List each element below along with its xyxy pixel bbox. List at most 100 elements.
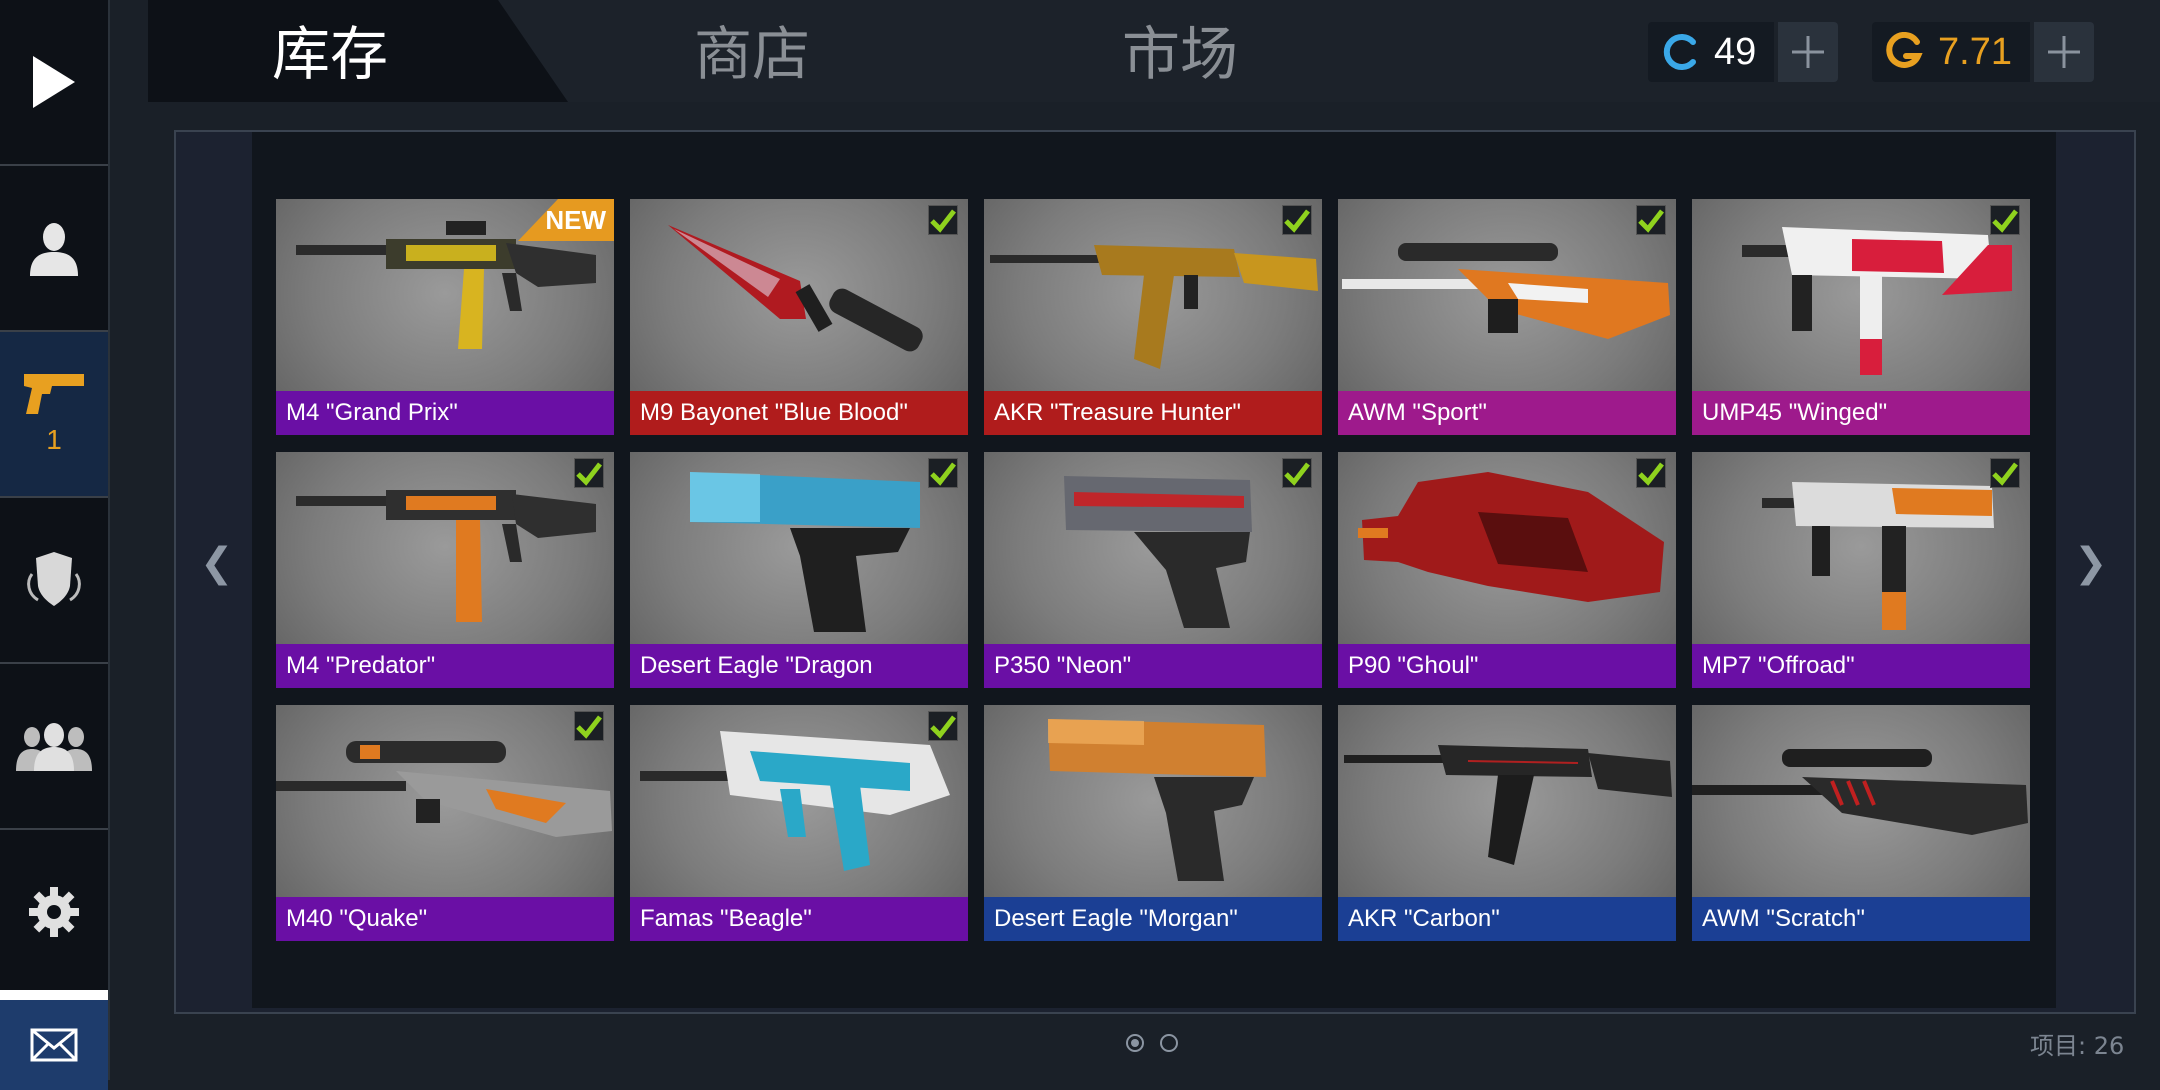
equipped-check [928,711,958,741]
item-card[interactable]: AWM "Sport" [1338,199,1676,435]
item-name: Desert Eagle "Dragon [630,644,968,688]
equipped-check [1636,205,1666,235]
rifle-image [990,245,1318,369]
item-name: AWM "Scratch" [1692,897,2030,941]
smg-image [1762,482,1994,630]
item-name: M40 "Quake" [276,897,614,941]
play-icon [33,56,75,108]
gold-value: 7.71 [1938,30,2012,73]
rifle-image [296,490,596,622]
item-name: P90 "Ghoul" [1338,644,1676,688]
checkmark-icon [930,715,956,739]
item-card[interactable]: MP7 "Offroad" [1692,452,2030,688]
pistol-icon [24,374,84,414]
item-card[interactable]: Famas "Beagle" [630,705,968,941]
plus-icon [2047,36,2080,68]
sidebar: 1 [0,0,110,1090]
rifle-image [640,731,950,871]
checkmark-icon [1638,462,1664,486]
checkmark-icon [930,462,956,486]
sniper-image [276,741,612,837]
checkmark-icon [1284,462,1310,486]
item-name: MP7 "Offroad" [1692,644,2030,688]
tab-inventory[interactable]: 库存 [272,14,388,94]
c-coin-icon [1663,34,1696,70]
item-card[interactable]: M9 Bayonet "Blue Blood" [630,199,968,435]
sidebar-item-friends[interactable] [0,662,108,828]
pistol-image [690,472,920,632]
checkmark-icon [930,209,956,233]
add-gold-button[interactable] [2033,22,2094,82]
item-card[interactable]: M40 "Quake" [276,705,614,941]
item-card[interactable]: NEW M4 "Grand Prix" [276,199,614,435]
equipped-check [928,205,958,235]
inventory-count: 1 [46,424,62,455]
checkmark-icon [1992,462,2018,486]
gear-icon [29,887,79,937]
sidebar-item-play[interactable] [0,0,108,164]
item-card[interactable]: AWM "Scratch" [1692,705,2030,941]
smg-image [1358,472,1664,602]
item-card[interactable]: UMP45 "Winged" [1692,199,2030,435]
shield-icon [27,552,81,606]
item-card[interactable]: P350 "Neon" [984,452,1322,688]
item-card[interactable]: P90 "Ghoul" [1338,452,1676,688]
sidebar-item-clan[interactable] [0,496,108,662]
item-card[interactable]: M4 "Predator" [276,452,614,688]
rifle-image [1344,745,1672,865]
equipped-check [574,711,604,741]
item-name: Desert Eagle "Morgan" [984,897,1322,941]
equipped-check [1282,205,1312,235]
sniper-image [1342,243,1670,339]
item-name: M9 Bayonet "Blue Blood" [630,391,968,435]
equipped-check [1990,205,2020,235]
equipped-check [1282,458,1312,488]
equipped-check [574,458,604,488]
g-coin-icon [1886,32,1923,68]
item-card[interactable]: AKR "Carbon" [1338,705,1676,941]
gold-display: 7.71 [1872,22,2094,82]
sidebar-item-settings[interactable] [0,828,108,994]
gold-box: 7.71 [1872,22,2030,82]
page-indicator-2[interactable] [1160,1034,1178,1052]
credits-value: 49 [1714,30,1757,73]
checkmark-icon [576,462,602,486]
sidebar-item-profile[interactable] [0,164,108,330]
item-card[interactable]: Desert Eagle "Morgan" [984,705,1322,941]
prev-page-arrow[interactable]: ❮ [200,540,234,586]
mail-icon [30,1028,78,1062]
smg-image [1742,227,2012,375]
sniper-image [1692,749,2028,835]
next-page-arrow[interactable]: ❯ [2074,540,2108,586]
user-icon [30,223,78,276]
checkmark-icon [1284,209,1310,233]
add-credits-button[interactable] [1778,22,1839,82]
item-name: M4 "Predator" [276,644,614,688]
sidebar-item-mail[interactable] [0,990,108,1090]
item-card[interactable]: Desert Eagle "Dragon [630,452,968,688]
credits-display: 49 [1648,22,1839,82]
item-name: AKR "Treasure Hunter" [984,391,1322,435]
tab-market[interactable]: 市场 [1122,14,1238,94]
items-count: 项目: 26 [2030,1032,2125,1060]
checkmark-icon [576,715,602,739]
group-icon [16,723,92,771]
item-name: M4 "Grand Prix" [276,391,614,435]
checkmark-icon [1638,209,1664,233]
pistol-image [1048,719,1266,881]
page-indicator-1[interactable] [1126,1034,1144,1052]
sidebar-item-inventory[interactable]: 1 [0,330,108,496]
item-grid: NEW M4 "Grand Prix" M9 Bayonet "Blue Blo… [276,199,2034,941]
item-name: P350 "Neon" [984,644,1322,688]
item-name: AKR "Carbon" [1338,897,1676,941]
checkmark-icon [1992,209,2018,233]
item-card[interactable]: AKR "Treasure Hunter" [984,199,1322,435]
item-name: AWM "Sport" [1338,391,1676,435]
equipped-check [1990,458,2020,488]
equipped-check [1636,458,1666,488]
pistol-image [1064,476,1252,628]
tab-shop[interactable]: 商店 [694,14,810,94]
equipped-check [928,458,958,488]
item-name: Famas "Beagle" [630,897,968,941]
knife-image [668,225,923,352]
